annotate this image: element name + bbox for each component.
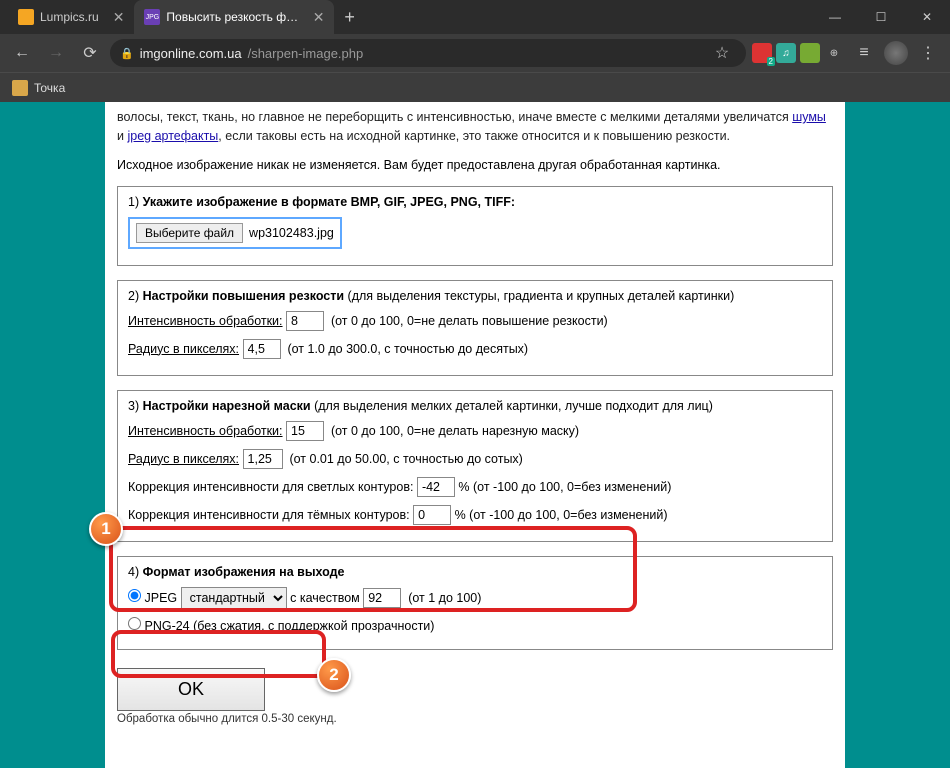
- annotation-highlight-2: [111, 630, 326, 678]
- bookmarks-bar: Точка: [0, 72, 950, 102]
- field-label: Интенсивность обработки:: [128, 424, 283, 438]
- extension-icon[interactable]: 2: [752, 43, 772, 63]
- intro-fragment: и: [117, 129, 127, 143]
- close-icon[interactable]: ✕: [313, 9, 325, 26]
- field-label: Коррекция интенсивности для тёмных конту…: [128, 508, 410, 522]
- section-unsharp-mask: 3) Настройки нарезной маски (для выделен…: [117, 390, 833, 542]
- tab-imgonline[interactable]: JPG Повысить резкость фото и на... ✕: [134, 0, 334, 34]
- extension-icon[interactable]: ♫: [776, 43, 796, 63]
- forward-button[interactable]: →: [42, 39, 70, 67]
- choose-file-button[interactable]: Выберите файл: [136, 223, 243, 243]
- field-label: Коррекция интенсивности для светлых конт…: [128, 480, 413, 494]
- page-viewport: волосы, текст, ткань, но главное не пере…: [0, 102, 950, 768]
- section-number: 2): [128, 289, 143, 303]
- url-host: imgonline.com.ua: [140, 46, 242, 61]
- folder-icon: [12, 80, 28, 96]
- titlebar: Lumpics.ru ✕ JPG Повысить резкость фото …: [0, 0, 950, 34]
- lock-icon: 🔒: [120, 47, 134, 60]
- extension-icon[interactable]: ⊕: [824, 43, 844, 63]
- format-png-radio[interactable]: [128, 617, 141, 630]
- close-button[interactable]: ✕: [904, 0, 950, 34]
- intro-subtext: Исходное изображение никак не изменяется…: [117, 158, 833, 172]
- mask-radius-input[interactable]: [243, 449, 283, 469]
- bookmark-item[interactable]: Точка: [34, 81, 65, 95]
- new-tab-button[interactable]: +: [334, 0, 365, 34]
- link-noise[interactable]: шумы: [792, 110, 826, 124]
- section-title: Укажите изображение в формате BMP, GIF, …: [143, 195, 515, 209]
- tab-title: Lumpics.ru: [40, 10, 99, 24]
- section-number: 3): [128, 399, 143, 413]
- section-title: Настройки повышения резкости: [143, 289, 344, 303]
- annotation-highlight-1: [109, 526, 637, 612]
- back-button[interactable]: ←: [8, 39, 36, 67]
- section-file: 1) Укажите изображение в формате BMP, GI…: [117, 186, 833, 266]
- tab-title: Повысить резкость фото и на...: [166, 10, 298, 24]
- favicon-lumpics: [18, 9, 34, 25]
- avatar[interactable]: [884, 41, 908, 65]
- kebab-icon[interactable]: ⋮: [914, 39, 942, 67]
- star-icon[interactable]: ☆: [708, 39, 736, 67]
- intensity-input[interactable]: [286, 311, 324, 331]
- field-hint: % (от -100 до 100, 0=без изменений): [458, 480, 671, 494]
- page-content: волосы, текст, ткань, но главное не пере…: [105, 102, 845, 768]
- annotation-badge-2: 2: [317, 658, 351, 692]
- intro-fragment: волосы, текст, ткань, но главное не пере…: [117, 110, 792, 124]
- field-label: Радиус в пикселях:: [128, 452, 239, 466]
- field-hint: (от 1.0 до 300.0, с точностью до десятых…: [287, 342, 528, 356]
- section-number: 1): [128, 195, 143, 209]
- annotation-badge-1: 1: [89, 512, 123, 546]
- section-tail: (для выделения мелких деталей картинки, …: [311, 399, 713, 413]
- radius-input[interactable]: [243, 339, 281, 359]
- processing-hint: Обработка обычно длится 0.5-30 секунд.: [117, 713, 833, 725]
- url-path: /sharpen-image.php: [248, 46, 364, 61]
- file-name: wp3102483.jpg: [249, 226, 334, 240]
- field-label: Интенсивность обработки:: [128, 314, 283, 328]
- address-bar: ← → ⟳ 🔒 imgonline.com.ua/sharpen-image.p…: [0, 34, 950, 72]
- close-icon[interactable]: ✕: [113, 9, 125, 26]
- intro-text: волосы, текст, ткань, но главное не пере…: [117, 108, 833, 146]
- maximize-button[interactable]: ☐: [858, 0, 904, 34]
- window-controls: — ☐ ✕: [812, 0, 950, 34]
- field-label: Радиус в пикселях:: [128, 342, 239, 356]
- field-hint: (от 0.01 до 50.00, с точностью до сотых): [289, 452, 522, 466]
- field-hint: % (от -100 до 100, 0=без изменений): [455, 508, 668, 522]
- section-title: Настройки нарезной маски: [143, 399, 311, 413]
- tab-lumpics[interactable]: Lumpics.ru ✕: [8, 0, 134, 34]
- extensions: 2 ♫ ⊕: [752, 43, 844, 63]
- menu-icon[interactable]: ≡: [850, 39, 878, 67]
- favicon-imgonline: JPG: [144, 9, 160, 25]
- light-correction-input[interactable]: [417, 477, 455, 497]
- section-tail: (для выделения текстуры, градиента и кру…: [344, 289, 734, 303]
- minimize-button[interactable]: —: [812, 0, 858, 34]
- link-jpeg-artifacts[interactable]: jpeg артефакты: [127, 129, 218, 143]
- url-field[interactable]: 🔒 imgonline.com.ua/sharpen-image.php ☆: [110, 39, 746, 67]
- section-sharpen: 2) Настройки повышения резкости (для выд…: [117, 280, 833, 376]
- tabs-container: Lumpics.ru ✕ JPG Повысить резкость фото …: [0, 0, 365, 34]
- field-hint: (от 0 до 100, 0=не делать повышение резк…: [331, 314, 608, 328]
- extension-icon[interactable]: [800, 43, 820, 63]
- mask-intensity-input[interactable]: [286, 421, 324, 441]
- reload-button[interactable]: ⟳: [76, 39, 104, 67]
- dark-correction-input[interactable]: [413, 505, 451, 525]
- field-hint: (от 0 до 100, 0=не делать нарезную маску…: [331, 424, 579, 438]
- intro-fragment: , если таковы есть на исходной картинке,…: [218, 129, 730, 143]
- file-picker[interactable]: Выберите файл wp3102483.jpg: [128, 217, 342, 249]
